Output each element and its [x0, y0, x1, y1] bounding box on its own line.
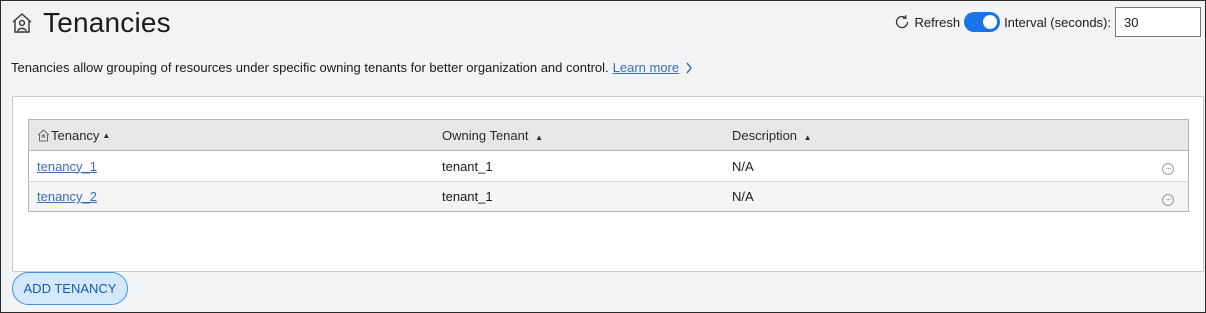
column-label: Tenancy: [51, 127, 100, 143]
tenancy-link[interactable]: tenancy_2: [37, 189, 97, 204]
row-actions-menu-icon[interactable]: ···: [1162, 163, 1174, 175]
owning-tenant-cell: tenant_1: [442, 158, 493, 174]
table-header: Tenancy ▲ Owning Tenant ▲ Description ▲: [29, 120, 1188, 151]
row-actions-menu-icon[interactable]: ···: [1162, 194, 1174, 206]
tenancies-table: Tenancy ▲ Owning Tenant ▲ Description ▲ …: [28, 119, 1189, 212]
column-header-tenancy[interactable]: Tenancy ▲: [29, 128, 434, 143]
tenancy-icon: [37, 128, 50, 141]
tenancy-link[interactable]: tenancy_1: [37, 159, 97, 174]
interval-label: Interval (seconds):: [1004, 14, 1111, 30]
learn-more-link[interactable]: Learn more: [613, 60, 679, 75]
toggle-knob: [983, 15, 998, 29]
description-cell: N/A: [732, 158, 754, 174]
column-label: Description: [732, 127, 798, 143]
page-description: Tenancies allow grouping of resources un…: [11, 60, 693, 75]
sort-asc-icon: ▲: [102, 130, 111, 140]
refresh-controls: Refresh Interval (seconds):: [893, 7, 1201, 37]
page-title: Tenancies: [43, 7, 171, 38]
column-header-owning-tenant[interactable]: Owning Tenant ▲: [434, 128, 724, 143]
tenancy-home-icon: [11, 11, 35, 35]
table-row: tenancy_1 tenant_1 N/A ···: [29, 151, 1188, 181]
page-header: Tenancies: [11, 5, 171, 41]
refresh-label: Refresh: [914, 14, 961, 30]
description-text: Tenancies allow grouping of resources un…: [11, 60, 609, 75]
column-header-description[interactable]: Description ▲: [724, 128, 1188, 143]
interval-input[interactable]: [1115, 7, 1201, 37]
table-row: tenancy_2 tenant_1 N/A ···: [29, 181, 1188, 211]
column-label: Owning Tenant: [442, 127, 529, 143]
auto-refresh-toggle[interactable]: [964, 12, 1001, 32]
sort-asc-icon: ▲: [803, 132, 812, 142]
tenancies-panel: Tenancy ▲ Owning Tenant ▲ Description ▲ …: [12, 96, 1204, 272]
chevron-right-icon: [686, 62, 693, 73]
owning-tenant-cell: tenant_1: [442, 189, 493, 204]
refresh-button[interactable]: Refresh: [893, 13, 965, 31]
sort-asc-icon: ▲: [535, 132, 544, 142]
refresh-icon: [895, 15, 908, 29]
description-cell: N/A: [732, 189, 754, 204]
add-tenancy-button[interactable]: ADD TENANCY: [12, 272, 128, 305]
